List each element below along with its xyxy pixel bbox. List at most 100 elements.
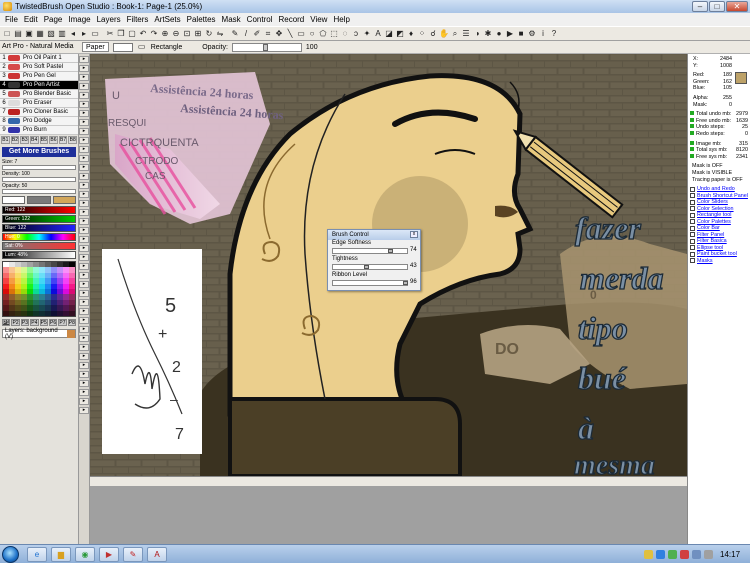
panel-toggle-checkbox[interactable] <box>690 245 695 251</box>
brush-expand-icon[interactable]: ▸ <box>79 236 89 243</box>
play-icon[interactable]: ▶ <box>505 29 515 39</box>
brush-expand-icon[interactable]: ▸ <box>79 326 89 333</box>
magic-wand-icon[interactable]: ✦ <box>362 29 372 39</box>
brush-item[interactable]: 9 Pro Burn <box>0 126 78 135</box>
brush-expand-icon[interactable]: ▸ <box>79 245 89 252</box>
brush-expand-icon[interactable]: ▸ <box>79 83 89 90</box>
menu-palettes[interactable]: Palettes <box>184 15 219 24</box>
smudge-icon[interactable]: ☌ <box>428 29 438 39</box>
color-palette[interactable] <box>2 261 76 317</box>
get-more-brushes-button[interactable]: Get More Brushes <box>2 147 76 157</box>
brush-page-tab[interactable]: B4 <box>29 136 39 144</box>
rectangle-icon[interactable]: ▭ <box>296 29 306 39</box>
layer-thumbnail-icon[interactable] <box>67 329 75 338</box>
palette-tab[interactable]: P1 <box>2 319 11 326</box>
palette-tab[interactable]: P3 <box>20 319 30 326</box>
brush-expand-icon[interactable]: ▸ <box>79 290 89 297</box>
brush-item[interactable]: 5 Pro Blender Basic <box>0 90 78 99</box>
brush-expand-icon[interactable]: ▸ <box>79 308 89 315</box>
security-icon[interactable] <box>668 549 677 559</box>
book-icon[interactable]: ▥ <box>57 29 67 39</box>
text-icon[interactable]: A <box>373 29 383 39</box>
brush-page-tab[interactable]: B8 <box>68 136 77 144</box>
panel-toggle-checkbox[interactable] <box>690 212 695 218</box>
brush-expand-icon[interactable]: ▸ <box>79 92 89 99</box>
menu-edit[interactable]: Edit <box>21 15 41 24</box>
minimize-button[interactable]: – <box>692 1 708 12</box>
brush-page-tab[interactable]: B2 <box>10 136 20 144</box>
line-icon[interactable]: ╲ <box>285 29 295 39</box>
hand-icon[interactable]: ✋ <box>439 29 449 39</box>
volume-icon[interactable] <box>704 549 713 559</box>
brush-expand-icon[interactable]: ▸ <box>79 56 89 63</box>
blue-slider[interactable]: Blue: 122 <box>2 224 76 232</box>
eyedropper-icon[interactable]: ✐ <box>252 29 262 39</box>
menu-image[interactable]: Image <box>65 15 93 24</box>
luminance-slider[interactable]: Lum: 48% <box>2 251 76 259</box>
maximize-button[interactable]: □ <box>709 1 725 12</box>
zoom-in-icon[interactable]: ⊕ <box>160 29 170 39</box>
green-slider[interactable]: Green: 122 <box>2 215 76 223</box>
redo-icon[interactable]: ↷ <box>149 29 159 39</box>
opacity-small-slider[interactable] <box>2 189 76 194</box>
brush-expand-icon[interactable]: ▸ <box>79 137 89 144</box>
palette-tab[interactable]: P7 <box>58 319 67 326</box>
brush-page-tab[interactable]: B7 <box>58 136 68 144</box>
brush-expand-icon[interactable]: ▸ <box>79 335 89 342</box>
spray-icon[interactable]: ⁘ <box>417 29 427 39</box>
zoom-icon[interactable]: ⌕ <box>450 29 460 39</box>
brush-expand-icon[interactable]: ▸ <box>79 281 89 288</box>
menu-view[interactable]: View <box>307 15 330 24</box>
gradient-icon[interactable]: ◩ <box>395 29 405 39</box>
help-icon[interactable]: ? <box>549 29 559 39</box>
brush-expand-icon[interactable]: ▸ <box>79 362 89 369</box>
brush-expand-icon[interactable]: ▸ <box>79 101 89 108</box>
palette-tab[interactable]: P6 <box>48 319 58 326</box>
opacity-slider[interactable] <box>231 42 302 52</box>
brush-expand-icon[interactable]: ▸ <box>79 128 89 135</box>
palette-tab[interactable]: P5 <box>39 319 48 326</box>
brush-expand-icon[interactable]: ▸ <box>79 344 89 351</box>
density-slider[interactable] <box>2 177 76 182</box>
page-prev-icon[interactable]: ◂ <box>68 29 78 39</box>
network-icon[interactable] <box>656 549 665 559</box>
palette-swatch[interactable] <box>69 310 75 316</box>
paper-button[interactable]: Paper <box>82 42 109 52</box>
brush-expand-icon[interactable]: ▸ <box>79 227 89 234</box>
size-slider[interactable] <box>2 165 76 170</box>
primary-color-swatch[interactable] <box>27 196 51 204</box>
brush-expand-icon[interactable]: ▸ <box>79 146 89 153</box>
panel-toggle-checkbox[interactable] <box>690 238 695 244</box>
fill-icon[interactable]: ◪ <box>384 29 394 39</box>
paper-swatch[interactable] <box>112 42 133 52</box>
brush-expand-icon[interactable]: ▸ <box>79 380 89 387</box>
brush-expand-icon[interactable]: ▸ <box>79 218 89 225</box>
brush-expand-icon[interactable]: ▸ <box>79 371 89 378</box>
brush-item[interactable]: 1 Pro Oil Paint 1 <box>0 54 78 63</box>
horizontal-scrollbar[interactable] <box>90 476 687 486</box>
secondary-color-swatch[interactable] <box>2 196 26 204</box>
image-icon[interactable]: ▧ <box>46 29 56 39</box>
brush-expand-icon[interactable]: ▸ <box>79 263 89 270</box>
palette-tab[interactable]: P2 <box>11 319 20 326</box>
panel-toggle-checkbox[interactable] <box>690 199 695 205</box>
cut-icon[interactable]: ✂ <box>105 29 115 39</box>
brush-expand-icon[interactable]: ▸ <box>79 389 89 396</box>
brush-expand-icon[interactable]: ▸ <box>79 74 89 81</box>
tertiary-color-swatch[interactable] <box>52 196 76 204</box>
start-button[interactable] <box>2 545 19 563</box>
lasso-icon[interactable]: ↄ <box>351 29 361 39</box>
panel-link[interactable]: Masks <box>690 258 748 265</box>
brush-item[interactable]: 3 Pro Pen Gel <box>0 72 78 81</box>
filter-icon[interactable]: ✱ <box>483 29 493 39</box>
panel-toggle-checkbox[interactable] <box>690 232 695 238</box>
menu-filters[interactable]: Filters <box>124 15 152 24</box>
brush-item[interactable]: 7 Pro Cloner Basic <box>0 108 78 117</box>
menu-artsets[interactable]: ArtSets <box>151 15 183 24</box>
page-icon[interactable]: ▭ <box>90 29 100 39</box>
brush-control-close-button[interactable]: x <box>410 231 418 238</box>
fit-icon[interactable]: ⊡ <box>182 29 192 39</box>
stamp-icon[interactable]: ♦ <box>406 29 416 39</box>
brush-expand-icon[interactable]: ▸ <box>79 299 89 306</box>
flip-icon[interactable]: ⇋ <box>215 29 225 39</box>
